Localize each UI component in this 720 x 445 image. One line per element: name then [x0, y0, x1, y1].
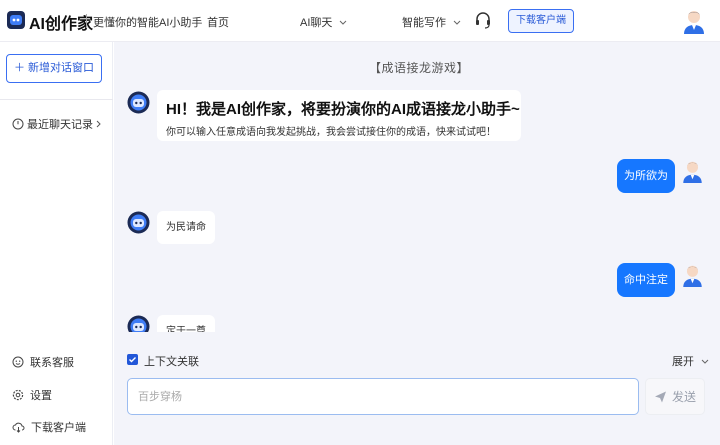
recent-chats-label: 最近聊天记录	[27, 119, 93, 131]
brand-name: AI创作家	[29, 16, 94, 33]
user-message: 命中注定	[617, 263, 675, 297]
nav-home-label: 首页	[207, 17, 229, 29]
gear-icon	[12, 389, 24, 401]
nav-home[interactable]: 首页	[207, 14, 229, 30]
message-clip: 定于一尊	[114, 310, 720, 332]
brand-slogan: 更懂你的智能AI小助手	[93, 17, 203, 29]
chevron-down-icon	[340, 20, 347, 25]
app-logo-icon[interactable]	[6, 10, 26, 30]
sidebar: ＋ 新增对话窗口 最近聊天记录 联系客服 设置 下载客户端	[0, 42, 113, 445]
greeting-subtitle: 你可以输入任意成语向我发起挑战，我会尝试接住你的成语，快来试试吧！	[166, 127, 496, 138]
user-avatar	[683, 161, 702, 183]
sidebar-divider	[0, 99, 113, 100]
chevron-down-icon	[701, 359, 709, 364]
bot-avatar	[127, 211, 150, 234]
nav-ai-chat-label: AI聊天	[300, 17, 333, 29]
context-label: 上下文关联	[144, 356, 199, 368]
bot-avatar	[127, 91, 150, 114]
settings-link[interactable]: 设置	[12, 387, 52, 403]
settings-label: 设置	[30, 390, 52, 402]
send-label: 发送	[671, 390, 696, 404]
nav-smart-writing[interactable]: 智能写作	[402, 14, 461, 30]
chevron-down-icon	[453, 20, 461, 25]
send-button[interactable]: 发送	[645, 378, 705, 415]
brand-divider	[86, 14, 87, 28]
checkmark-icon	[129, 357, 136, 363]
download-client-button[interactable]: 下载客户端	[508, 9, 574, 33]
top-bar: AI创作家 更懂你的智能AI小助手 首页 AI聊天 智能写作 下载客户端	[0, 0, 720, 42]
nav-smart-writing-label: 智能写作	[402, 17, 446, 29]
headset-icon[interactable]	[474, 11, 492, 29]
cloud-download-icon	[12, 422, 25, 433]
greeting-title: HI！我是AI创作家，将要扮演你的AI成语接龙小助手~	[166, 101, 520, 118]
recent-chats-link[interactable]: 最近聊天记录	[12, 116, 102, 132]
user-avatar	[683, 265, 702, 287]
user-message: 为所欲为	[617, 159, 675, 193]
chevron-right-icon	[96, 120, 101, 128]
greeting-bubble: HI！我是AI创作家，将要扮演你的AI成语接龙小助手~ 你可以输入任意成语向我发…	[157, 90, 521, 141]
expand-label: 展开	[672, 356, 694, 368]
contact-support-label: 联系客服	[30, 357, 74, 369]
contact-support-link[interactable]: 联系客服	[12, 354, 74, 370]
bot-message: 定于一尊	[157, 315, 215, 332]
download-client-link[interactable]: 下载客户端	[12, 419, 86, 435]
chat-area: 【成语接龙游戏】 HI！我是AI创作家，将要扮演你的AI成语接龙小助手~ 你可以…	[114, 42, 720, 445]
message-input[interactable]	[127, 378, 639, 415]
support-face-icon	[12, 356, 24, 368]
new-chat-button[interactable]: ＋ 新增对话窗口	[6, 54, 102, 83]
expand-toggle[interactable]: 展开	[672, 353, 709, 369]
paper-plane-icon	[654, 391, 666, 403]
bot-avatar	[127, 315, 150, 332]
context-checkbox[interactable]	[127, 354, 138, 365]
bot-message: 为民请命	[157, 211, 215, 244]
game-title: 【成语接龙游戏】	[369, 61, 470, 75]
nav-ai-chat[interactable]: AI聊天	[300, 14, 347, 30]
user-avatar[interactable]	[683, 8, 705, 34]
clock-icon	[12, 118, 24, 130]
download-client-label: 下载客户端	[31, 422, 86, 434]
